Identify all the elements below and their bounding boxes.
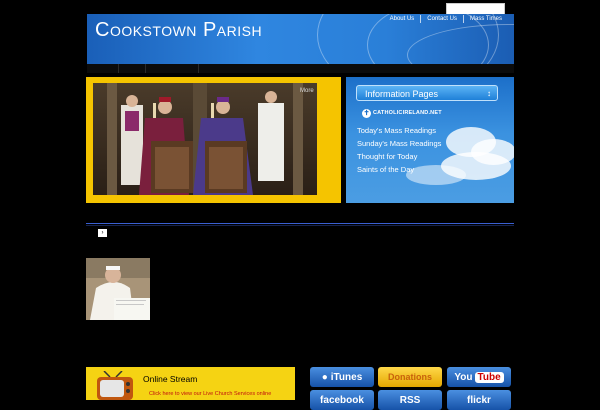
info-panel: Information Pages ↕ ✝ CATHOLICIRELAND.NE… <box>346 77 514 203</box>
live-services-link[interactable]: Click here to view our Live Church Servi… <box>149 391 271 397</box>
donations-button[interactable]: Donations <box>378 367 442 387</box>
info-pages-dropdown[interactable]: Information Pages ↕ <box>356 85 498 101</box>
pope-photo[interactable] <box>86 258 150 320</box>
rss-button[interactable]: RSS <box>378 390 442 410</box>
tv-icon <box>97 371 133 400</box>
next-arrow-button[interactable]: › <box>98 229 107 237</box>
video-player[interactable]: More <box>93 83 317 195</box>
nav-link-contact-us[interactable]: Contact Us <box>420 15 463 23</box>
youtube-label-you: You <box>454 371 473 383</box>
info-links: Today's Mass Readings Sunday's Mass Read… <box>357 124 441 176</box>
link-saints-of-the-day[interactable]: Saints of the Day <box>357 163 441 176</box>
flickr-label: flickr <box>467 394 491 406</box>
nav-link-about-us[interactable]: About Us <box>384 15 421 23</box>
video-panel: More <box>86 77 341 203</box>
divider <box>86 223 514 224</box>
nav-link-mass-times[interactable]: Mass Times <box>462 15 508 23</box>
link-sundays-mass-readings[interactable]: Sunday's Mass Readings <box>357 137 441 150</box>
link-todays-mass-readings[interactable]: Today's Mass Readings <box>357 124 441 137</box>
flickr-button[interactable]: flickr <box>447 390 511 410</box>
link-thought-for-today[interactable]: Thought for Today <box>357 150 441 163</box>
divider <box>86 225 514 226</box>
pope-image <box>86 258 150 320</box>
top-nav: About Us Contact Us Mass Times <box>384 15 508 23</box>
itunes-label: iTunes <box>330 371 363 383</box>
site-title[interactable]: Cookstown Parish <box>95 19 262 42</box>
apple-icon: ● <box>321 371 328 383</box>
more-link[interactable]: More <box>300 88 314 94</box>
header-banner: Cookstown Parish About Us Contact Us Mas… <box>87 14 514 64</box>
rss-label: RSS <box>399 394 421 406</box>
youtube-label-tube: Tube <box>474 371 504 383</box>
facebook-button[interactable]: facebook <box>310 390 374 410</box>
nav-strip <box>87 64 514 73</box>
youtube-button[interactable]: You Tube <box>447 367 511 387</box>
itunes-button[interactable]: ● iTunes <box>310 367 374 387</box>
donations-label: Donations <box>388 372 432 382</box>
catholic-ireland-logo-text: CATHOLICIRELAND.NET <box>373 110 442 116</box>
info-pages-label: Information Pages <box>365 89 439 99</box>
video-still-image <box>93 83 317 195</box>
cross-icon: ✝ <box>362 108 371 118</box>
chevron-updown-icon: ↕ <box>487 89 491 98</box>
online-stream-title: Online Stream <box>143 374 198 384</box>
facebook-label: facebook <box>320 394 364 406</box>
catholic-ireland-logo[interactable]: ✝ CATHOLICIRELAND.NET <box>362 107 442 119</box>
online-stream-panel[interactable]: Online Stream Click here to view our Liv… <box>86 367 295 400</box>
